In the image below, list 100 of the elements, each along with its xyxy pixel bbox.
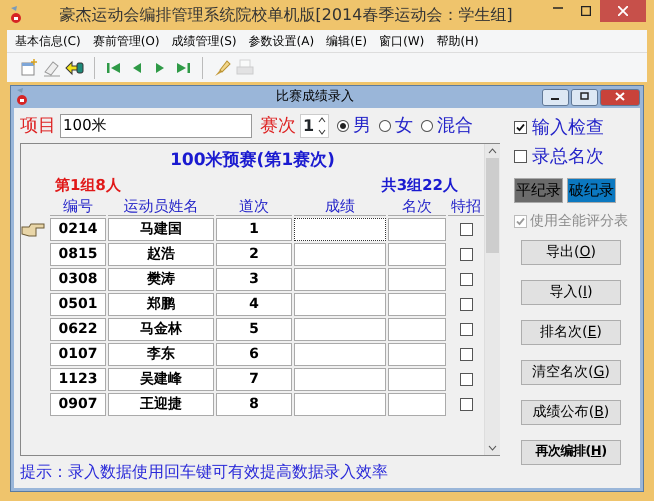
action-button[interactable]: 再次编排(H) — [521, 440, 621, 464]
radio-button[interactable]: 混合 — [421, 112, 474, 139]
action-button[interactable]: 排名次(E) — [521, 320, 621, 344]
table-cell: 0622 — [50, 318, 106, 341]
close-button[interactable] — [600, 0, 646, 22]
rank-field[interactable] — [388, 268, 446, 291]
close-button[interactable] — [600, 88, 640, 106]
rank-field[interactable] — [388, 393, 446, 416]
table-cell: 王迎捷 — [108, 393, 214, 416]
checkbox[interactable] — [460, 298, 472, 311]
table-cell: 马金林 — [108, 318, 214, 341]
table-cell: 4 — [216, 293, 292, 316]
rank-field[interactable] — [388, 218, 446, 241]
action-button[interactable]: 导出(O) — [521, 240, 621, 264]
minimize-icon — [553, 7, 563, 9]
column-header: 特招 — [448, 196, 484, 216]
app-icon — [14, 88, 30, 106]
restore-button[interactable] — [571, 88, 598, 106]
column-header: 名次 — [388, 196, 446, 216]
checkbox[interactable] — [460, 248, 472, 261]
checkbox-label: 使用全能评分表 — [530, 212, 628, 230]
score-field[interactable] — [294, 318, 386, 341]
table-cell: 0107 — [50, 343, 106, 366]
checkbox[interactable] — [514, 121, 527, 134]
table-cell: 郑鹏 — [108, 293, 214, 316]
total-count: 共3组22人 — [382, 174, 458, 196]
menu-item[interactable]: 帮助(H) — [430, 32, 485, 50]
radio-button[interactable]: 女 — [379, 112, 414, 139]
brush-icon[interactable] — [212, 58, 232, 78]
menu-item[interactable]: 参数设置(A) — [242, 32, 320, 50]
column-header: 运动员姓名 — [108, 196, 214, 216]
menu-item[interactable]: 赛前管理(O) — [86, 32, 166, 50]
group-count: 第1组8人 — [55, 174, 121, 196]
table-cell: 赵浩 — [108, 243, 214, 266]
restore-icon — [580, 92, 590, 101]
score-field[interactable] — [294, 218, 386, 241]
checkbox[interactable] — [460, 348, 472, 361]
maximize-icon — [581, 6, 591, 16]
hint-text: 提示：录入数据使用回车键可有效提高数据录入效率 — [20, 461, 389, 483]
table-cell: 5 — [216, 318, 292, 341]
rank-field[interactable] — [388, 243, 446, 266]
menu-item[interactable]: 成绩管理(S) — [166, 32, 243, 50]
minimize-icon — [550, 98, 560, 100]
table-cell: 0815 — [50, 243, 106, 266]
checkbox[interactable] — [460, 373, 472, 386]
scrollbar[interactable] — [484, 144, 500, 455]
table-cell: 0308 — [50, 268, 106, 291]
record-legend: 破纪录 — [567, 178, 616, 202]
menu-item[interactable]: 编辑(E) — [320, 32, 374, 50]
table-cell: 马建国 — [108, 218, 214, 241]
sheet-heading: 100米预赛(第1赛次) — [169, 149, 336, 172]
table-cell: 1 — [216, 218, 292, 241]
record-legend: 平纪录 — [514, 178, 563, 202]
table-cell: 樊涛 — [108, 268, 214, 291]
window-title: 比赛成绩录入 — [275, 88, 355, 106]
rank-field[interactable] — [388, 368, 446, 391]
field-label: 项目 — [20, 114, 56, 138]
menu-item[interactable]: 基本信息(C) — [9, 32, 87, 50]
table-cell: 7 — [216, 368, 292, 391]
action-button[interactable]: 清空名次(G) — [521, 360, 621, 384]
menu-item[interactable]: 窗口(W) — [373, 32, 430, 50]
score-field[interactable] — [294, 393, 386, 416]
score-field[interactable] — [294, 268, 386, 291]
close-icon — [618, 6, 628, 16]
radio-button[interactable]: 男 — [337, 112, 372, 139]
action-button[interactable]: 成绩公布(B) — [521, 400, 621, 424]
event-field[interactable]: 100米 — [60, 114, 252, 138]
table-cell: 0214 — [50, 218, 106, 241]
score-field[interactable] — [294, 243, 386, 266]
score-field[interactable] — [294, 368, 386, 391]
checkbox[interactable] — [514, 150, 527, 163]
table-cell: 3 — [216, 268, 292, 291]
table-cell: 2 — [216, 243, 292, 266]
rank-field[interactable] — [388, 293, 446, 316]
app-icon — [8, 6, 24, 24]
score-field[interactable] — [294, 343, 386, 366]
column-header: 成绩 — [294, 196, 386, 216]
table-cell: 1123 — [50, 368, 106, 391]
table-cell: 李东 — [108, 343, 214, 366]
column-header: 道次 — [216, 196, 292, 216]
table-cell: 0907 — [50, 393, 106, 416]
table-cell: 0501 — [50, 293, 106, 316]
new-document-icon[interactable] — [19, 58, 39, 78]
checkbox[interactable] — [460, 323, 472, 336]
checkbox[interactable] — [460, 398, 472, 411]
close-icon — [615, 92, 625, 101]
checkbox[interactable] — [460, 223, 472, 236]
rank-field[interactable] — [388, 318, 446, 341]
rank-field[interactable] — [388, 343, 446, 366]
score-field[interactable] — [294, 293, 386, 316]
table-cell: 吴建峰 — [108, 368, 214, 391]
checkbox-label: 输入检查 — [532, 116, 604, 140]
checkbox[interactable] — [460, 273, 472, 286]
round-spinner[interactable]: 1 — [300, 114, 330, 138]
field-label: 赛次 — [260, 114, 296, 138]
table-cell: 6 — [216, 343, 292, 366]
action-button[interactable]: 导入(I) — [521, 280, 621, 304]
checkbox-label: 录总名次 — [532, 145, 604, 169]
table-cell: 8 — [216, 393, 292, 416]
minimize-button[interactable] — [542, 88, 569, 106]
